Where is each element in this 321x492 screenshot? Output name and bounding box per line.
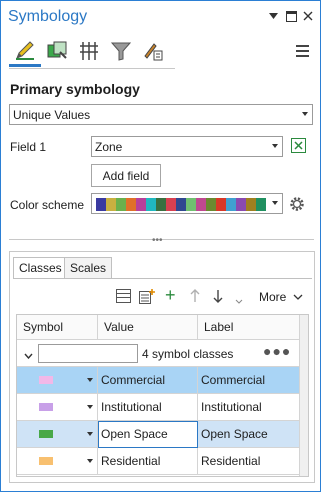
ramp-swatch [226,198,236,211]
symbol-swatch[interactable] [39,430,53,438]
ramp-swatch [106,198,116,211]
chevron-down-icon[interactable] [87,459,93,463]
filter-tab-icon[interactable] [105,35,137,67]
ramp-swatch [216,198,226,211]
add-field-button[interactable]: Add field [91,164,161,187]
add-all-values-icon[interactable] [139,289,155,307]
chevron-down-icon [293,294,303,300]
collapse-chevron-icon[interactable] [24,348,33,362]
ramp-swatch [136,198,146,211]
options-dropdown-icon[interactable] [266,9,280,23]
symbol-cell[interactable] [17,367,98,394]
ramp-swatch [186,198,196,211]
chevron-down-icon[interactable] [87,378,93,382]
ramp-swatch [146,198,156,211]
ramp-swatch [156,198,166,211]
color-scheme-dropdown[interactable] [91,193,283,214]
ramp-swatch [256,198,266,211]
table-row[interactable]: Commercial Commercial [17,367,300,394]
maximize-icon[interactable] [284,9,298,23]
ramp-swatch [166,198,176,211]
label-cell[interactable]: Institutional [198,394,300,421]
symbol-cell[interactable] [17,394,98,421]
symbol-swatch[interactable] [39,403,53,411]
ramp-swatch [206,198,216,211]
tab-classes[interactable]: Classes [13,257,68,279]
more-label: More [259,290,287,304]
classes-grid: Symbol Value Label 4 symbol classes ●●● … [16,314,309,477]
title-bar: Symbology [1,1,320,33]
move-options-icon[interactable] [235,293,243,308]
vertical-scrollbar[interactable] [299,315,308,476]
symbol-layers-tab-icon[interactable] [73,35,105,67]
pane-title: Symbology [8,8,88,25]
value-cell[interactable]: Open Space [98,421,198,448]
label-cell[interactable]: Open Space [198,421,300,448]
list-view-icon[interactable] [116,289,131,306]
field1-dropdown[interactable]: Zone [91,136,283,157]
table-row[interactable]: Institutional Institutional [17,394,300,421]
grip-icon[interactable]: ••• [152,236,163,246]
field1-value: Zone [95,140,123,154]
sql-expression-icon[interactable] [291,138,307,157]
more-menu-button[interactable]: More [259,290,303,304]
tab-divider [13,278,312,279]
vary-symbology-tab-icon[interactable] [41,35,73,67]
class-filter-input[interactable] [38,344,138,363]
add-class-icon[interactable]: + [165,285,176,306]
value-cell[interactable]: Residential [98,448,198,475]
value-cell[interactable]: Commercial [98,367,198,394]
section-title: Primary symbology [10,81,140,97]
move-up-icon[interactable] [190,289,200,306]
table-row[interactable]: Residential Residential [17,448,300,475]
ramp-swatch [126,198,136,211]
label-classes-tab-icon[interactable] [137,35,169,67]
renderer-dropdown[interactable]: Unique Values [9,104,313,125]
label-cell[interactable]: Commercial [198,367,300,394]
symbol-cell[interactable] [17,421,98,448]
color-ramp [96,198,266,211]
column-header-symbol[interactable]: Symbol [17,315,98,340]
symbol-cell[interactable] [17,448,98,475]
chevron-down-icon [272,201,278,205]
column-header-value[interactable]: Value [98,315,198,340]
gear-icon[interactable] [288,195,306,216]
table-row[interactable]: Open Space Open Space [17,421,300,448]
move-down-icon[interactable] [213,289,223,306]
summary-row: 4 symbol classes ●●● [17,340,300,367]
field1-label: Field 1 [10,140,47,154]
color-scheme-label: Color scheme [10,198,85,212]
chevron-down-icon [272,144,278,148]
chevron-down-icon[interactable] [87,432,93,436]
menu-icon[interactable] [296,45,309,60]
symbol-class-count: 4 symbol classes [142,347,234,361]
close-icon[interactable] [301,9,315,23]
chevron-down-icon[interactable] [87,405,93,409]
primary-symbology-tab-icon[interactable] [9,35,41,67]
label-cell[interactable]: Residential [198,448,300,475]
symbol-swatch[interactable] [39,376,53,384]
ramp-swatch [196,198,206,211]
renderer-value: Unique Values [13,108,91,122]
symbol-swatch[interactable] [39,457,53,465]
symbology-tab-strip [9,35,175,69]
symbology-pane: Symbology Primary symbology Unique Value… [0,0,321,492]
chevron-down-icon [302,112,308,116]
ramp-swatch [246,198,256,211]
ramp-swatch [96,198,106,211]
tab-scales[interactable]: Scales [64,257,113,278]
column-header-label[interactable]: Label [198,315,300,340]
ramp-swatch [236,198,246,211]
ramp-swatch [116,198,126,211]
ramp-swatch [176,198,186,211]
value-cell[interactable]: Institutional [98,394,198,421]
more-options-icon[interactable]: ●●● [263,343,291,359]
